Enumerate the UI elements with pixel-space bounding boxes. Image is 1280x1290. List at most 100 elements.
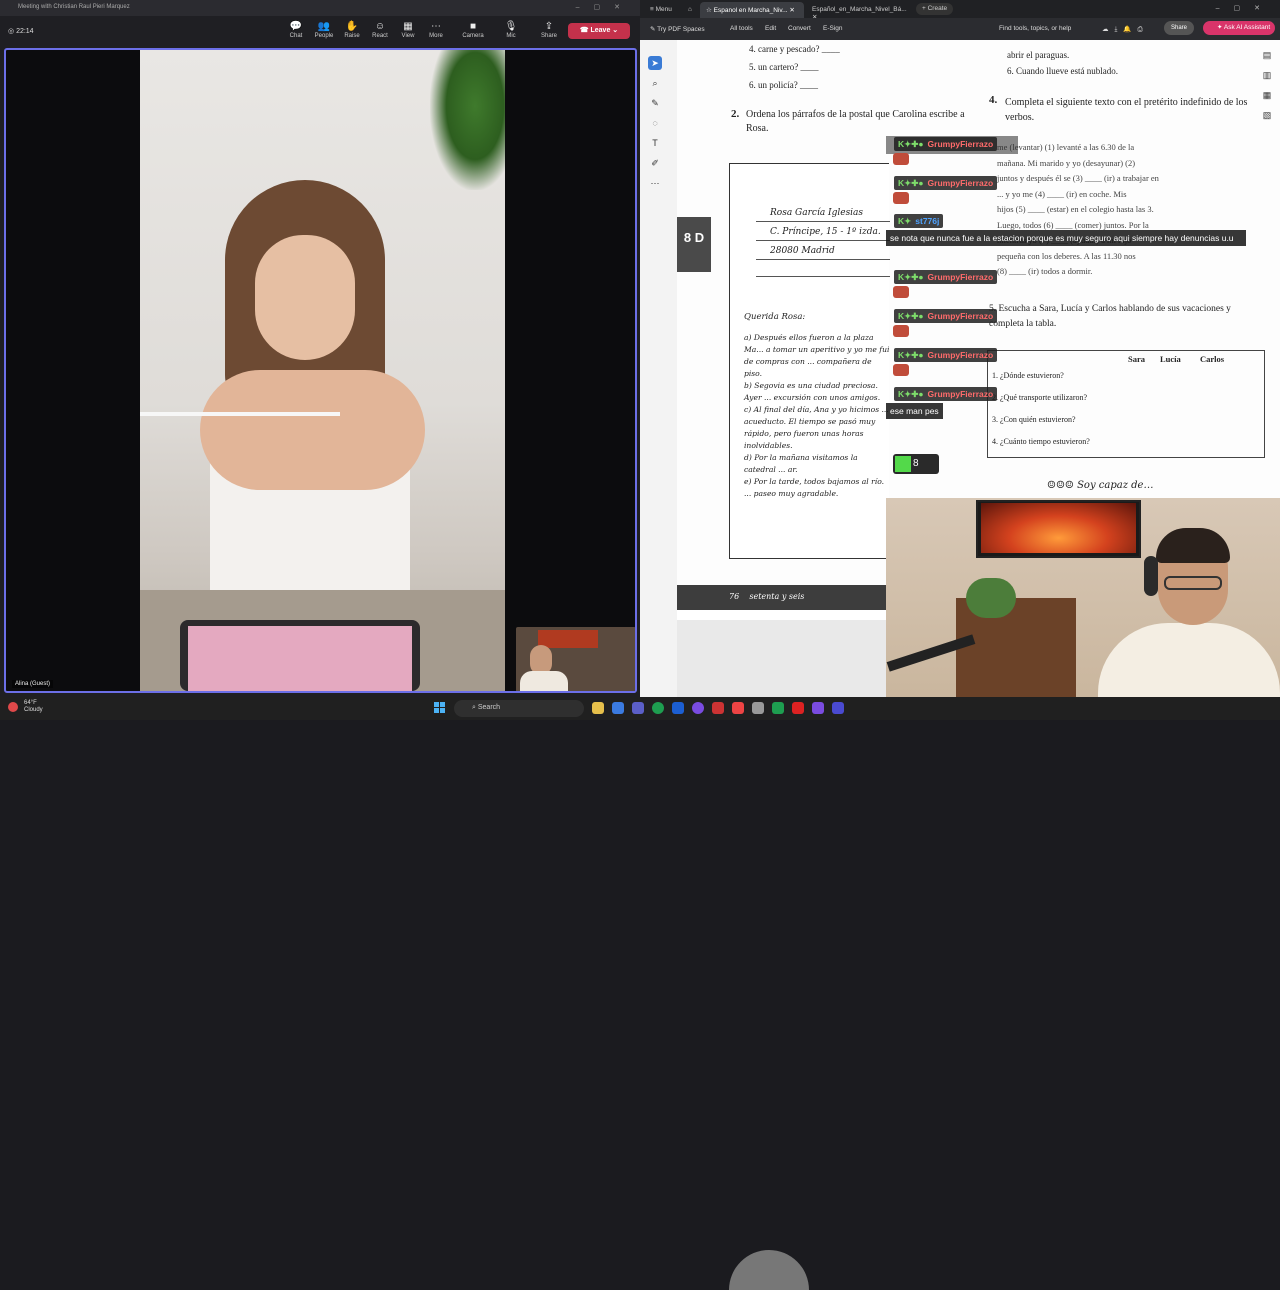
meeting-timer: ◎ 22:14 [8, 28, 34, 35]
participant-name-label: Alina (Guest) [12, 680, 54, 688]
tab-pdf-active[interactable]: ☆ Espanol en Marcha_Niv... ✕ [700, 2, 804, 18]
zoom-tool-icon[interactable]: ⌕ [648, 76, 662, 90]
mic-icon: 🎙 [504, 21, 518, 32]
table-row: 1. ¿Dónde estuvieron? [992, 371, 1064, 380]
chat-username: K✦✚● GrumpyFierrazo [894, 348, 998, 362]
camera-icon: ■ [469, 21, 477, 32]
convert-menu[interactable]: Convert [788, 25, 811, 32]
chat-username: K✦ st776j [894, 214, 944, 228]
panel-icon[interactable]: ▦ [1260, 88, 1274, 102]
raise-hand-button[interactable]: ✋ Raise [340, 20, 364, 44]
leave-button[interactable]: ☎ Leave ⌄ [568, 23, 630, 39]
app-icon[interactable] [712, 702, 724, 714]
app-icon[interactable] [832, 702, 844, 714]
video-stage: Alina (Guest) [4, 48, 637, 693]
chrome-icon[interactable] [652, 702, 664, 714]
react-icon: ☺ [374, 21, 386, 32]
participant-arms [200, 370, 425, 490]
share-button[interactable]: ⇪ Share [537, 20, 561, 44]
comment-tool-icon[interactable]: ◌ [648, 116, 662, 130]
file-explorer-icon[interactable] [592, 702, 604, 714]
weather-widget[interactable]: 64°F Cloudy [8, 700, 43, 714]
people-button[interactable]: 👥 People [312, 20, 336, 44]
select-tool-icon[interactable]: ➤ [648, 56, 662, 70]
ai-assistant-button[interactable]: ✦ Ask AI Assistant [1203, 21, 1275, 35]
chat-button[interactable]: 💬 Chat [284, 20, 308, 44]
chat-username: K✦✚● GrumpyFierrazo [894, 137, 998, 151]
chat-emote [893, 286, 909, 298]
exercise-2-number: 2. [731, 108, 740, 120]
create-button[interactable]: + Create [916, 3, 954, 15]
app-icon[interactable] [612, 702, 624, 714]
more-button[interactable]: ⋯ More [424, 20, 448, 44]
postcard-address-street: C. Príncipe, 15 - 1º izda. [770, 227, 881, 237]
chat-username: K✦✚● GrumpyFierrazo [894, 270, 998, 284]
app-icon[interactable] [752, 702, 764, 714]
ai-icon: ✦ [1217, 24, 1224, 31]
all-tools-menu[interactable]: All tools [730, 25, 753, 32]
share-button[interactable]: Share [1164, 21, 1194, 35]
teams-window: Meeting with Christian Raul Pieri Marque… [0, 0, 640, 697]
home-icon[interactable]: ⌂ [682, 2, 698, 18]
chat-username: K✦✚● GrumpyFierrazo [894, 387, 998, 401]
exercise-4-number: 4. [989, 94, 998, 106]
stylus [140, 412, 340, 416]
more-tools-icon[interactable]: ⋯ [648, 176, 662, 190]
menu-button[interactable]: ≡ Menu [644, 2, 678, 18]
address-line [756, 240, 890, 241]
right-line-1: abrir el paraguas. [1007, 50, 1070, 60]
participant-face [255, 235, 355, 360]
chat-username: K✦✚● GrumpyFierrazo [894, 176, 998, 190]
panel-icon[interactable]: ▤ [1260, 48, 1274, 62]
col-sara: Sara [1128, 354, 1145, 364]
item-6: 6. un policía? ____ [749, 80, 818, 90]
panel-icon[interactable]: ▥ [1260, 68, 1274, 82]
item-4: 4. carne y pescado? ____ [749, 44, 840, 54]
acrobat-icon[interactable] [792, 702, 804, 714]
exercise-4-text: me (levantar) (1) levanté a las 6.30 de … [997, 142, 1159, 276]
tab-bar: ≡ Menu ⌂ ☆ Espanol en Marcha_Niv... ✕ Es… [640, 0, 1280, 21]
text-tool-icon[interactable]: T [648, 136, 662, 150]
toolbar-icons[interactable]: ☁⤓🔔⎙ [1102, 25, 1149, 34]
fireplace-video [981, 503, 1136, 553]
try-pdf-spaces-button[interactable]: ✎ Try PDF Spaces [650, 25, 705, 33]
exercise-5-text: 5. Escucha a Sara, Lucía y Carlos hablan… [989, 304, 1231, 329]
react-button[interactable]: ☺ React [368, 20, 392, 44]
app-icon[interactable] [692, 702, 704, 714]
find-tools-input[interactable]: Find tools, topics, or help [999, 25, 1071, 32]
app-icon[interactable] [672, 702, 684, 714]
stamp-tool-icon[interactable]: ✐ [648, 156, 662, 170]
esign-menu[interactable]: E-Sign [823, 25, 843, 32]
tiktok-icon[interactable] [732, 702, 744, 714]
chat-badges-icon: K✦✚● [898, 350, 924, 360]
app-icon[interactable] [812, 702, 824, 714]
camera-button[interactable]: ■ Camera [461, 20, 485, 44]
mic-button[interactable]: 🎙 Mic [499, 20, 523, 44]
plant [430, 50, 505, 190]
pen-tool-icon[interactable]: ✎ [648, 96, 662, 110]
share-icon: ⇪ [544, 21, 554, 32]
next-pdf-page [677, 620, 887, 1290]
phone-icon: ☎ [579, 27, 591, 34]
kick-follower-badge: 8 [893, 454, 939, 474]
teams-icon[interactable] [632, 702, 644, 714]
window-controls[interactable]: –▢✕ [1216, 4, 1274, 12]
view-button[interactable]: ▦ View [396, 20, 420, 44]
chat-emote [893, 325, 909, 337]
chat-badges-icon: K✦ [898, 216, 912, 226]
self-view-tv [538, 630, 598, 648]
meeting-toolbar: ◎ 22:14 💬 Chat 👥 People ✋ Raise ☺ React ▦ Vie… [0, 16, 640, 46]
panel-icon[interactable]: ▧ [1260, 108, 1274, 122]
view-icon: ▦ [403, 21, 413, 32]
app-icon[interactable] [772, 702, 784, 714]
self-view[interactable] [516, 627, 635, 691]
chat-badges-icon: K✦✚● [898, 311, 924, 321]
window-controls[interactable]: –▢✕ [576, 3, 634, 11]
tab-pdf-2[interactable]: Español_en_Marcha_Nivel_Bá... ✕ [806, 2, 912, 21]
chat-badges-icon: K✦✚● [898, 139, 924, 149]
streamer-hair [1156, 528, 1230, 563]
taskbar-search[interactable]: ⌕ Search [454, 700, 584, 717]
windows-start-icon[interactable] [434, 702, 446, 714]
edit-menu[interactable]: Edit [765, 25, 776, 32]
chat-emote [893, 153, 909, 165]
